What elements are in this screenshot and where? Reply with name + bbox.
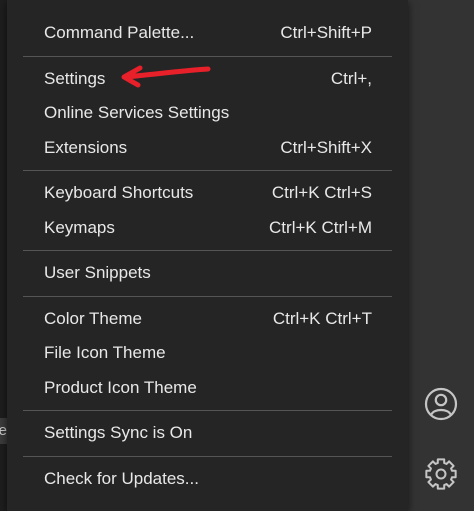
menu-item-keyboard-shortcuts[interactable]: Keyboard Shortcuts Ctrl+K Ctrl+S — [7, 176, 408, 211]
menu-separator — [23, 170, 392, 171]
menu-separator — [23, 55, 392, 57]
menu-item-color-theme[interactable]: Color Theme Ctrl+K Ctrl+T — [7, 302, 408, 337]
menu-item-label: Keymaps — [44, 217, 115, 237]
menu-item-extensions[interactable]: Extensions Ctrl+Shift+X — [7, 131, 408, 166]
menu-item-label: Color Theme — [44, 308, 142, 328]
menu-separator — [23, 250, 392, 251]
menu-item-label: Product Icon Theme — [44, 377, 197, 397]
menu-item-label: Settings — [44, 68, 106, 88]
editor-text-fragment: e — [0, 418, 7, 444]
menu-item-command-palette[interactable]: Command Palette... Ctrl+Shift+P — [7, 16, 408, 51]
menu-item-label: File Icon Theme — [44, 343, 166, 363]
menu-item-online-services-settings[interactable]: Online Services Settings — [7, 96, 408, 131]
menu-item-shortcut: Ctrl+, — [330, 68, 372, 88]
menu-item-file-icon-theme[interactable]: File Icon Theme — [7, 336, 408, 371]
menu-separator — [23, 455, 392, 457]
menu-item-settings-sync-is-on[interactable]: Settings Sync is On — [7, 416, 408, 451]
menu-item-settings[interactable]: Settings Ctrl+, — [7, 62, 408, 97]
menu-item-shortcut: Ctrl+Shift+P — [280, 23, 372, 43]
menu-item-product-icon-theme[interactable]: Product Icon Theme — [7, 371, 408, 406]
menu-item-label: User Snippets — [44, 263, 151, 283]
menu-item-user-snippets[interactable]: User Snippets — [7, 256, 408, 291]
gear-icon[interactable] — [416, 449, 466, 499]
activity-bar — [408, 0, 474, 511]
manage-menu: Command Palette... Ctrl+Shift+P Settings Ct… — [7, 0, 408, 511]
menu-item-shortcut: Ctrl+K Ctrl+T — [272, 308, 372, 328]
menu-item-check-for-updates[interactable]: Check for Updates... — [7, 462, 408, 497]
menu-item-shortcut: Ctrl+K Ctrl+M — [269, 217, 372, 237]
menu-separator — [23, 410, 392, 411]
menu-item-shortcut: Ctrl+K Ctrl+S — [271, 183, 372, 203]
account-icon[interactable] — [416, 379, 466, 429]
menu-item-label: Extensions — [44, 137, 128, 157]
menu-item-label: Check for Updates... — [44, 468, 199, 488]
menu-item-label: Command Palette... — [44, 23, 195, 43]
menu-item-label: Settings Sync is On — [44, 423, 193, 443]
menu-item-keymaps[interactable]: Keymaps Ctrl+K Ctrl+M — [7, 211, 408, 246]
menu-item-label: Keyboard Shortcuts — [44, 183, 194, 203]
menu-item-label: Online Services Settings — [44, 103, 230, 123]
menu-separator — [23, 295, 392, 297]
menu-item-shortcut: Ctrl+Shift+X — [280, 137, 372, 157]
